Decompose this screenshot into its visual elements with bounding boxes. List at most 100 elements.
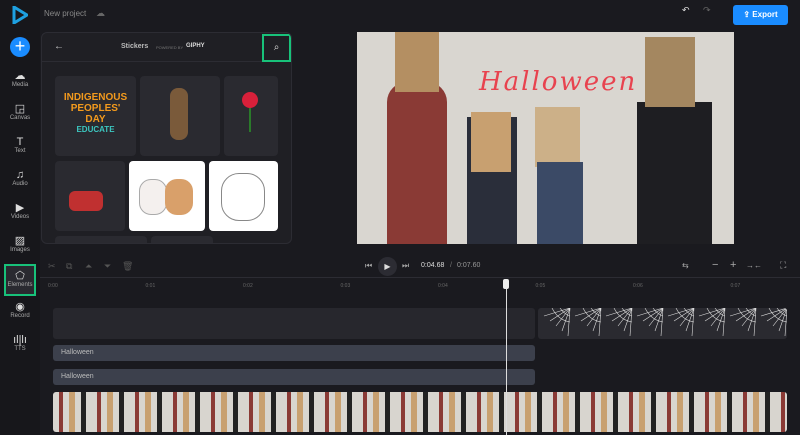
sidebar-item-label: Elements — [7, 282, 33, 288]
split-icon[interactable]: ⇆ — [682, 261, 689, 270]
spiderweb-mark — [636, 308, 664, 337]
stickers-header: ← Stickers POWERED BY GIPHY ⌕ — [42, 33, 291, 62]
search-button[interactable]: ⌕ — [262, 34, 291, 62]
ruler-tick: 0:05 — [535, 283, 546, 289]
sidebar-item-record[interactable]: ◉ Record — [4, 297, 36, 329]
sidebar-item-label: Videos — [10, 214, 30, 220]
export-label: Export — [752, 10, 778, 19]
total-time: 0:07.60 — [457, 262, 481, 269]
sidebar-item-label: Audio — [12, 181, 28, 187]
upload-cloud-icon: ☁ — [14, 70, 26, 82]
zoom-in-icon[interactable]: + — [730, 259, 736, 271]
skip-back-icon[interactable]: ⏮ — [365, 261, 372, 271]
project-title[interactable]: New project — [44, 9, 86, 18]
sidebar-item-tts[interactable]: ıl|lı TTS — [4, 330, 36, 362]
cut-icon[interactable]: ✂ — [48, 261, 56, 272]
canvas-icon: ◲ — [14, 103, 26, 115]
spiderweb-thumbnails — [543, 308, 787, 337]
fullscreen-icon[interactable]: ⛶ — [780, 260, 786, 271]
sidebar-item-label: Media — [11, 82, 29, 88]
fit-icon[interactable]: →← — [746, 261, 762, 270]
video-track[interactable] — [53, 392, 787, 432]
sidebar-item-images[interactable]: ▨ Images — [4, 231, 36, 263]
video-preview[interactable]: Halloween — [357, 32, 734, 244]
waveform-icon: ıl|lı — [13, 334, 27, 346]
ruler-tick: 0:00 — [48, 283, 58, 289]
ruler-tick: 0:06 — [633, 283, 643, 289]
ruler-tick: 0:01 — [145, 283, 156, 289]
add-button[interactable]: + — [10, 37, 30, 57]
ruler-tick: 0:04 — [438, 283, 448, 289]
sidebar-item-audio[interactable]: ♫ Audio — [4, 165, 36, 197]
zoom-out-icon[interactable]: − — [712, 259, 718, 271]
text-icon: T — [16, 136, 24, 148]
record-icon: ◉ — [15, 301, 25, 313]
play-button[interactable]: ▶ — [378, 257, 397, 276]
delete-icon[interactable]: 🗑 — [122, 261, 133, 272]
sticker-item[interactable]: INDIGENOUS PEOPLES' DAY EDUCATE — [55, 76, 136, 156]
back-arrow-icon[interactable]: ← — [54, 41, 64, 52]
sticker-item[interactable] — [209, 161, 278, 231]
overlay-text[interactable]: Halloween — [479, 67, 637, 97]
image-icon: ▨ — [14, 235, 26, 247]
sticker-item[interactable] — [140, 76, 220, 156]
skip-forward-icon[interactable]: ⏭ — [402, 261, 409, 271]
sticker-item[interactable] — [55, 161, 125, 231]
search-icon: ⌕ — [273, 42, 280, 53]
move-down-icon[interactable]: ⏷ — [104, 261, 111, 272]
sidebar-item-text[interactable]: T Text — [4, 132, 36, 164]
play-icon: ▶ — [384, 262, 391, 271]
spiderweb-mark — [574, 308, 602, 337]
sticker-text: INDIGENOUS PEOPLES' DAY — [63, 92, 128, 125]
sticker-item[interactable] — [224, 76, 278, 156]
text-track[interactable]: Halloween — [53, 345, 535, 361]
duplicate-icon[interactable]: ⧉ — [66, 261, 72, 272]
text-track[interactable]: Halloween — [53, 369, 535, 385]
spiderweb-track[interactable] — [538, 308, 787, 339]
video-icon: ▶ — [15, 202, 25, 214]
ruler-tick: 0:07 — [730, 283, 741, 289]
sidebar-item-label: Images — [10, 247, 30, 253]
spiderweb-mark — [605, 308, 633, 337]
empty-track[interactable] — [53, 308, 535, 339]
giphy-logo: GIPHY — [186, 43, 205, 49]
playhead-handle[interactable] — [503, 279, 509, 289]
music-icon: ♫ — [15, 169, 25, 181]
redo-icon[interactable]: ↷ — [703, 5, 711, 16]
spiderweb-mark — [543, 308, 571, 337]
current-time: 0:04.68 — [421, 262, 445, 269]
sidebar-item-label: TTS — [14, 346, 26, 352]
stickers-panel: ← Stickers POWERED BY GIPHY ⌕ INDIGENOUS… — [41, 32, 292, 244]
export-icon: ⇪ — [743, 10, 753, 19]
sticker-item[interactable] — [55, 236, 147, 243]
panel-title: Stickers — [121, 43, 149, 50]
export-button[interactable]: ⇪ Export — [733, 5, 788, 25]
ruler-tick: 0:02 — [243, 283, 253, 289]
sidebar-item-label: Record — [10, 313, 30, 319]
spiderweb-mark — [667, 308, 695, 337]
sidebar-item-canvas[interactable]: ◲ Canvas — [4, 99, 36, 131]
timeline-ruler[interactable]: 0:00 0:01 0:02 0:03 0:04 0:05 0:06 0:07 — [40, 278, 800, 292]
shapes-icon: ⬠ — [15, 270, 25, 282]
sidebar: + ☁ Media ◲ Canvas T Text ♫ Audio ▶ Videos ▨ Images… — [0, 0, 40, 435]
timeline-toolbar: ✂ ⧉ ⏶ ⏷ 🗑 ⏮ ▶ ⏭ 0:04.68 / 0:07.60 ⇆ − + … — [40, 256, 800, 278]
spiderweb-mark — [760, 308, 787, 337]
spiderweb-mark — [729, 308, 757, 337]
cloud-sync-icon: ☁ — [96, 8, 105, 18]
sticker-subtext: EDUCATE — [76, 125, 115, 134]
move-up-icon[interactable]: ⏶ — [85, 261, 92, 272]
ruler-tick: 0:03 — [340, 283, 351, 289]
powered-by-label: POWERED BY — [156, 45, 184, 50]
playhead[interactable] — [506, 279, 507, 435]
sidebar-item-videos[interactable]: ▶ Videos — [4, 198, 36, 230]
sidebar-item-label: Canvas — [9, 115, 31, 121]
sticker-item[interactable] — [151, 236, 213, 243]
app-logo — [12, 6, 28, 24]
sidebar-item-media[interactable]: ☁ Media — [4, 66, 36, 98]
undo-icon[interactable]: ↶ — [682, 5, 690, 16]
sticker-item[interactable] — [129, 161, 205, 231]
spiderweb-mark — [698, 308, 726, 337]
sidebar-item-label: Text — [14, 148, 26, 154]
sidebar-item-elements[interactable]: ⬠ Elements — [4, 264, 36, 296]
time-separator: / — [450, 262, 452, 269]
